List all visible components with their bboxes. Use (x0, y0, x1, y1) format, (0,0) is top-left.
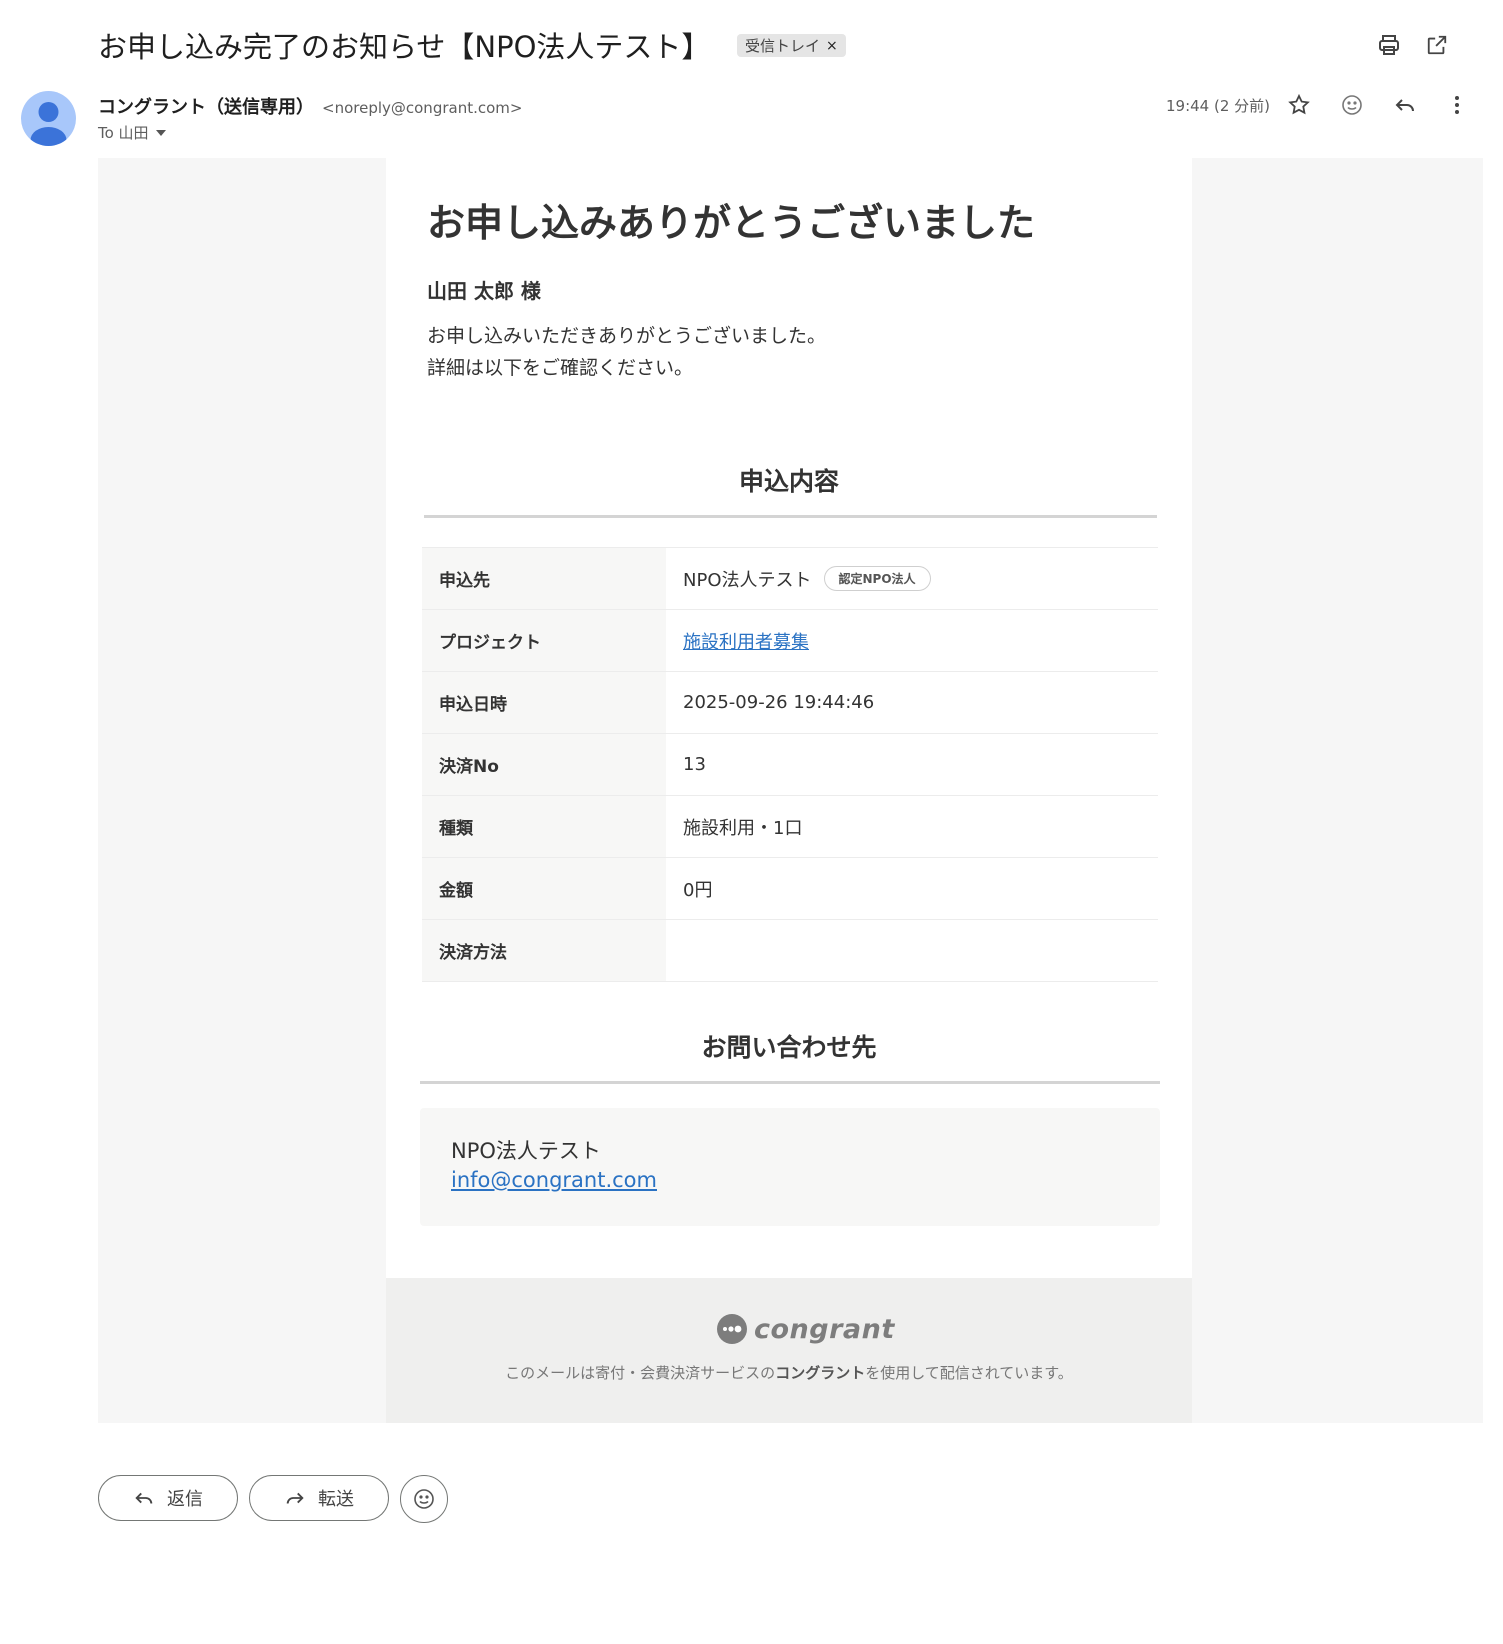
open-new-window-icon[interactable] (1422, 30, 1452, 60)
organization-name: NPO法人テスト (683, 569, 812, 591)
detail-value: 13 (683, 754, 706, 775)
table-row: 金額 0円 (422, 857, 1158, 919)
body-line-1: お申し込みいただきありがとうございました。 (427, 325, 827, 347)
detail-key: 申込先 (422, 548, 666, 609)
forward-button-label: 転送 (318, 1489, 354, 1510)
remove-label-icon[interactable]: × (826, 38, 838, 54)
footer-note-prefix: このメールは寄付・会費決済サービスの (505, 1364, 776, 1382)
contact-heading: お問い合わせ先 (701, 1033, 877, 1062)
table-row: 決済No 13 (422, 733, 1158, 795)
table-row: 申込日時 2025-09-26 19:44:46 (422, 671, 1158, 733)
congrant-logo-text: congrant (754, 1313, 895, 1345)
forward-icon (286, 1492, 304, 1504)
email-subject: お申し込み完了のお知らせ【NPO法人テスト】 (98, 30, 711, 64)
details-heading: 申込内容 (738, 467, 839, 496)
email-title: お申し込みありがとうございました (427, 201, 1036, 245)
footer-note-brand: コングラント (775, 1364, 866, 1382)
recipient-name: 山田 太郎 様 (427, 279, 541, 303)
contact-email-link[interactable]: info@congrant.com (451, 1168, 657, 1192)
detail-key: プロジェクト (422, 610, 666, 671)
certified-badge: 認定NPO法人 (823, 566, 931, 591)
forward-button[interactable]: 転送 (249, 1475, 389, 1521)
detail-value: 施設利用者募集 (666, 610, 1158, 671)
chevron-down-icon[interactable] (155, 129, 167, 137)
congrant-logo-icon (717, 1314, 747, 1344)
detail-value: NPO法人テスト 認定NPO法人 (666, 548, 1158, 609)
footer-note-suffix: を使用して配信されています。 (865, 1364, 1073, 1382)
table-row: 決済方法 (422, 919, 1158, 982)
table-row: 申込先 NPO法人テスト 認定NPO法人 (422, 547, 1158, 609)
table-row: プロジェクト 施設利用者募集 (422, 609, 1158, 671)
footer-note: このメールは寄付・会費決済サービスのコングラントを使用して配信されています。 (386, 1362, 1192, 1383)
sender-display-name: コングラント（送信専用） (98, 97, 314, 118)
print-icon[interactable] (1374, 30, 1404, 60)
contact-divider (420, 1081, 1160, 1084)
congrant-logo: congrant (716, 1313, 895, 1345)
detail-value (666, 920, 1158, 981)
inbox-label-text: 受信トレイ (745, 37, 821, 55)
reply-icon (135, 1492, 153, 1504)
body-line-2: 詳細は以下をご確認ください。 (427, 357, 694, 379)
project-link[interactable]: 施設利用者募集 (683, 628, 809, 654)
emoji-reaction-icon[interactable] (1337, 90, 1367, 120)
reply-icon[interactable] (1390, 90, 1420, 120)
star-icon[interactable] (1284, 90, 1314, 120)
detail-key: 金額 (422, 858, 666, 919)
contact-box (420, 1108, 1160, 1226)
reply-button-label: 返信 (167, 1489, 203, 1510)
detail-key: 申込日時 (422, 672, 666, 733)
details-table: 申込先 NPO法人テスト 認定NPO法人 プロジェクト 施設利用者募集 申込日時… (422, 547, 1158, 982)
detail-value: 2025-09-26 19:44:46 (683, 692, 875, 713)
sender-name[interactable]: コングラント（送信専用） <noreply@congrant.com> (98, 93, 522, 119)
emoji-reaction-button[interactable] (400, 1475, 448, 1523)
recipient-text: To 山田 (98, 124, 149, 142)
emoji-icon (414, 1489, 434, 1509)
inbox-label-chip[interactable]: 受信トレイ × (737, 34, 846, 57)
details-divider (424, 515, 1157, 518)
detail-key: 種類 (422, 796, 666, 857)
more-options-icon[interactable] (1442, 90, 1472, 120)
recipient-details[interactable]: To 山田 (98, 122, 167, 143)
message-timestamp: 19:44 (2 分前) (1166, 97, 1271, 115)
detail-value: 施設利用・1口 (683, 817, 803, 839)
email-footer (386, 1278, 1192, 1423)
reply-button[interactable]: 返信 (98, 1475, 238, 1521)
detail-value: 0円 (683, 879, 713, 901)
sender-email: <noreply@congrant.com> (322, 99, 523, 117)
detail-key: 決済No (422, 734, 666, 795)
detail-key: 決済方法 (422, 920, 666, 981)
contact-name: NPO法人テスト (451, 1139, 601, 1163)
table-row: 種類 施設利用・1口 (422, 795, 1158, 857)
sender-avatar (21, 91, 76, 146)
